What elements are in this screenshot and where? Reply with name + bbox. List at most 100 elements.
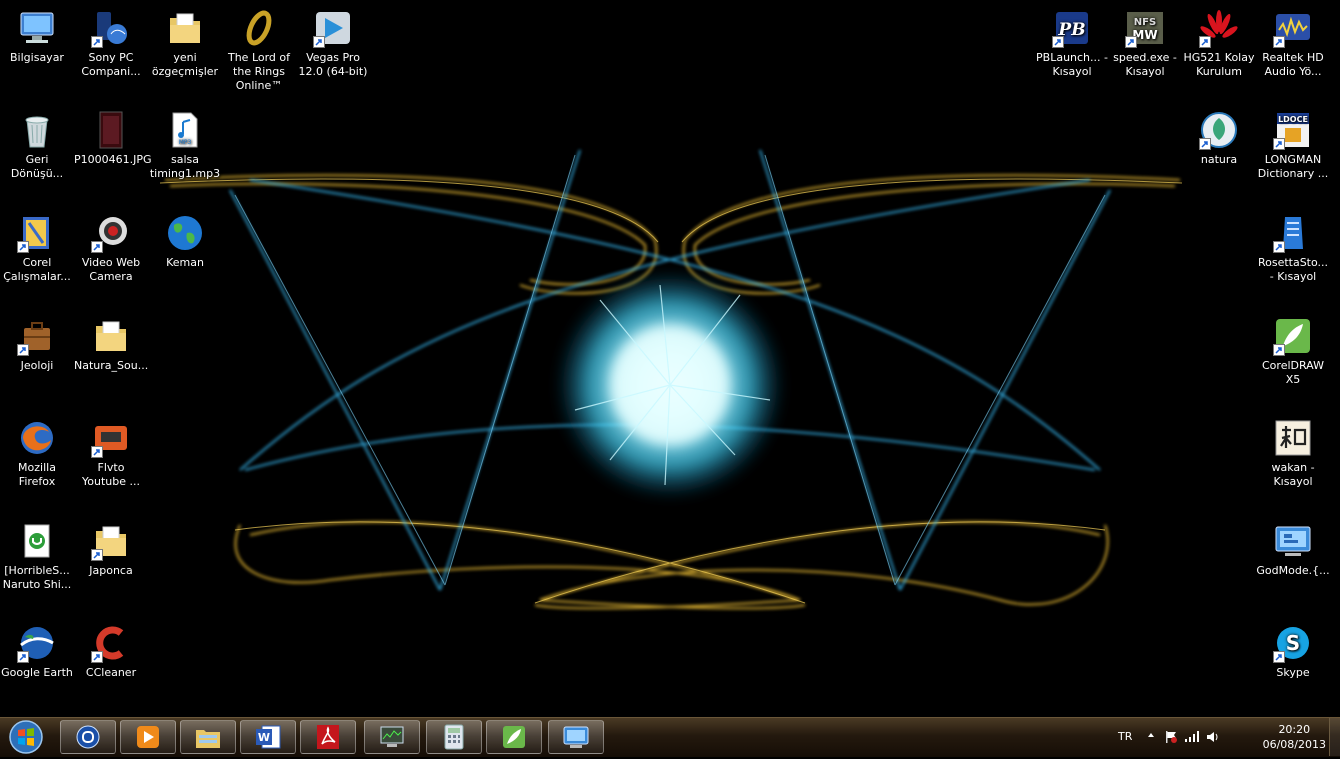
shortcut-arrow-icon	[1273, 344, 1285, 356]
longman-icon: LDOCE	[1273, 110, 1313, 150]
svg-text:MP3: MP3	[179, 139, 192, 146]
shortcut-arrow-icon	[17, 241, 29, 253]
desktop-icon-label: [HorribleS... Naruto Shi...	[2, 564, 72, 591]
taskbar-button-word[interactable]: W	[240, 720, 296, 754]
desktop-icon-computer[interactable]: Bilgisayar	[0, 8, 74, 65]
desktop-icon-label: RosettaSto... - Kısayol	[1257, 256, 1329, 283]
desktop-icon-jeoloji[interactable]: Jeoloji	[0, 316, 74, 373]
desktop-icon-hg521[interactable]: HG521 Kolay Kurulum	[1182, 8, 1256, 79]
shortcut-arrow-icon	[17, 344, 29, 356]
shortcut-arrow-icon	[313, 36, 325, 48]
wakan-icon	[1273, 418, 1313, 458]
taskbar-button-acrobat[interactable]	[300, 720, 356, 754]
shortcut-arrow-icon	[91, 241, 103, 253]
desktop-icon-keman[interactable]: Keman	[148, 213, 222, 270]
desktop-icon-vegas-pro[interactable]: Vegas Pro 12.0 (64-bit)	[296, 8, 370, 79]
taskbar-button-media-player[interactable]	[120, 720, 176, 754]
desktop-icon-firefox[interactable]: Mozilla Firefox	[0, 418, 74, 489]
desktop-icon-salsa-mp3[interactable]: MP3 salsa timing1.mp3	[148, 110, 222, 181]
action-center-flag-icon[interactable]	[1164, 730, 1178, 747]
rosetta-stone-icon	[1273, 213, 1313, 253]
desktop-icon-label: yeni özgeçmişler	[151, 51, 219, 78]
taskbar-button-explorer[interactable]	[180, 720, 236, 754]
desktop-icon-coreldraw[interactable]: CorelDRAW X5	[1256, 316, 1330, 387]
huawei-icon	[1199, 8, 1239, 48]
coreldraw-icon	[503, 726, 525, 748]
desktop-icon-yeni-ozgecmisler[interactable]: yeni özgeçmişler	[148, 8, 222, 79]
pb-launcher-icon: PB	[1052, 8, 1092, 48]
shortcut-arrow-icon	[91, 36, 103, 48]
globe-icon	[165, 213, 205, 253]
taskbar-button-coreldraw[interactable]	[486, 720, 542, 754]
desktop-icon-label: Google Earth	[1, 666, 73, 679]
desktop-icon-video-web-camera[interactable]: Video Web Camera	[74, 213, 148, 284]
control-panel-icon	[563, 726, 589, 748]
desktop-icon-realtek-audio[interactable]: Realtek HD Audio Yö...	[1256, 8, 1330, 79]
desktop-icon-naruto-torrent[interactable]: [HorribleS... Naruto Shi...	[0, 521, 74, 592]
clock[interactable]: 20:20 06/08/2013	[1263, 722, 1326, 752]
desktop-icon-jpg-image[interactable]: P1000461.JPG	[74, 110, 152, 167]
desktop-icon-recycle-bin[interactable]: Geri Dönüşü...	[0, 110, 74, 181]
desktop-icon-label: Natura_Sou...	[74, 359, 149, 372]
desktop-icon-lotro[interactable]: The Lord of the Rings Online™	[222, 8, 296, 93]
shortcut-arrow-icon	[91, 549, 103, 561]
webcam-icon	[91, 213, 131, 253]
desktop-icon-flvto[interactable]: Flvto Youtube ...	[74, 418, 148, 489]
desktop-icon-label: Video Web Camera	[81, 256, 141, 283]
lotro-ring-icon	[239, 8, 279, 48]
mp3-file-icon: MP3	[165, 110, 205, 150]
system-tray: TR 20:20 06/08/2013	[1110, 718, 1340, 756]
language-indicator[interactable]: TR	[1118, 730, 1132, 743]
desktop-icon-natura-sou[interactable]: Natura_Sou...	[74, 316, 148, 373]
desktop-icon-label: Japonca	[89, 564, 133, 577]
control-panel-icon	[1273, 521, 1313, 561]
shortcut-arrow-icon	[1199, 36, 1211, 48]
taskbar-button-sony-pc-companion[interactable]	[60, 720, 116, 754]
svg-text:W: W	[258, 731, 270, 744]
folder-icon	[91, 316, 131, 356]
desktop-icon-corel-folder[interactable]: Corel Çalışmalar...	[0, 213, 74, 284]
taskbar-button-calculator[interactable]	[426, 720, 482, 754]
show-desktop-button[interactable]	[1329, 718, 1340, 756]
desktop-icon-label: LONGMAN Dictionary ...	[1257, 153, 1329, 180]
desktop-icon-pblauncher[interactable]: PB PBLaunch... - Kısayol	[1035, 8, 1109, 79]
taskbar-button-task-manager[interactable]	[364, 720, 420, 754]
desktop-icon-label: PBLaunch... - Kısayol	[1036, 51, 1108, 78]
desktop-icon-godmode[interactable]: GodMode.{...	[1256, 521, 1330, 578]
volume-speaker-icon[interactable]	[1206, 730, 1220, 747]
realtek-audio-icon	[1273, 8, 1313, 48]
start-button[interactable]	[6, 719, 46, 755]
ccleaner-icon	[91, 623, 131, 663]
acrobat-icon	[317, 725, 339, 749]
task-manager-icon	[380, 726, 404, 747]
shortcut-arrow-icon	[91, 651, 103, 663]
shortcut-arrow-icon	[1273, 138, 1285, 150]
desktop-icon-label: wakan - Kısayol	[1271, 461, 1315, 488]
desktop-icon-rosetta-stone[interactable]: RosettaSto... - Kısayol	[1256, 213, 1330, 284]
taskbar-button-control-panel[interactable]	[548, 720, 604, 754]
desktop-icon-label: natura	[1200, 153, 1238, 166]
desktop-icon-ccleaner[interactable]: CCleaner	[74, 623, 148, 680]
desktop-icon-longman[interactable]: LDOCE LONGMAN Dictionary ...	[1256, 110, 1330, 181]
nfs-speed-icon: NFS MW	[1125, 8, 1165, 48]
desktop-icon-skype[interactable]: S Skype	[1256, 623, 1330, 680]
desktop-icon-label: P1000461.JPG	[74, 153, 152, 166]
desktop-icon-label: Corel Çalışmalar...	[3, 256, 71, 283]
desktop-icon-speed-exe[interactable]: NFS MW speed.exe - Kısayol	[1108, 8, 1182, 79]
utorrent-icon	[17, 521, 57, 561]
computer-icon	[17, 8, 57, 48]
desktop-icon-sony-pc-companion[interactable]: Sony PC Compani...	[74, 8, 148, 79]
corel-folder-icon	[17, 213, 57, 253]
shortcut-arrow-icon	[17, 651, 29, 663]
svg-text:LDOCE: LDOCE	[1278, 115, 1308, 124]
show-hidden-icons-chevron-icon[interactable]	[1146, 730, 1156, 743]
briefcase-icon	[17, 316, 57, 356]
desktop-icon-label: HG521 Kolay Kurulum	[1183, 51, 1255, 78]
desktop-icon-japonca[interactable]: Japonca	[74, 521, 148, 578]
desktop-icon-wakan[interactable]: wakan - Kısayol	[1256, 418, 1330, 489]
network-signal-icon[interactable]	[1184, 730, 1200, 745]
desktop-icon-google-earth[interactable]: Google Earth	[0, 623, 74, 680]
word-icon: W	[256, 725, 281, 749]
desktop-icon-natura[interactable]: natura	[1182, 110, 1256, 167]
recycle-bin-icon	[17, 110, 57, 150]
